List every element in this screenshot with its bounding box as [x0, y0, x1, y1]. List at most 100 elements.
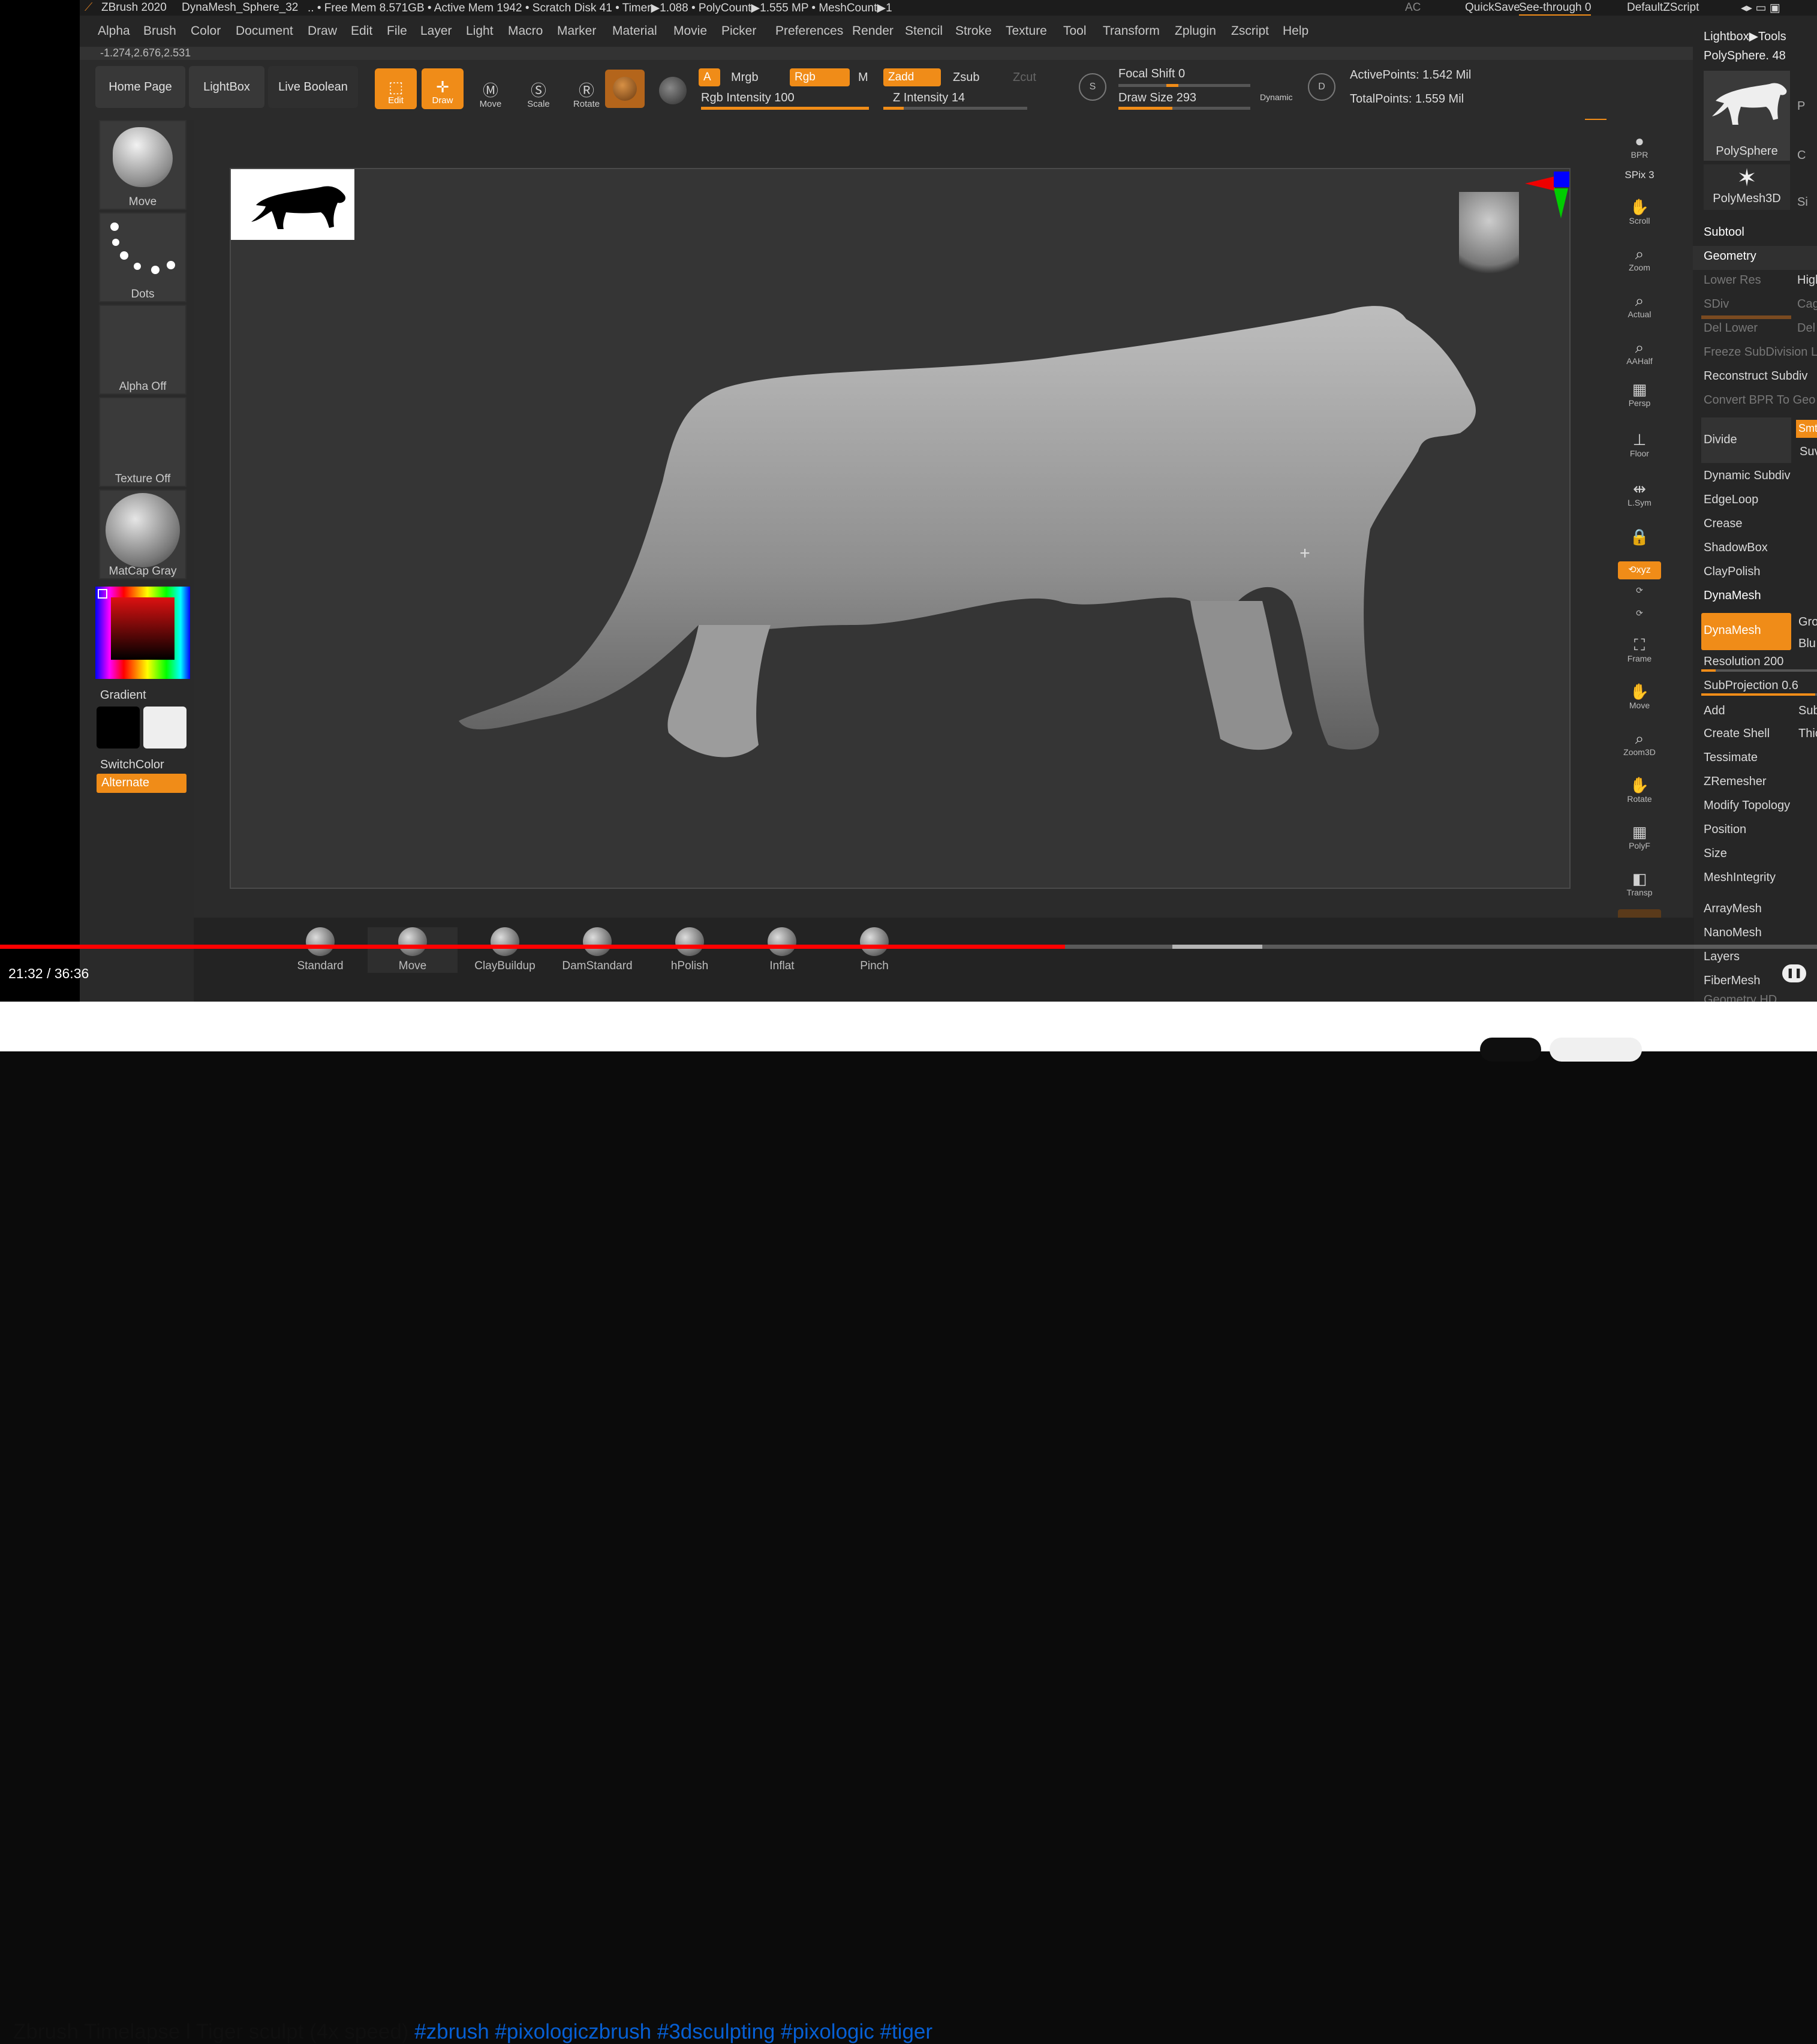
- color-mode-sphere-icon[interactable]: [659, 77, 687, 104]
- dynamic-toggle[interactable]: Dynamic: [1260, 92, 1292, 102]
- secondary-color-swatch[interactable]: [143, 707, 186, 749]
- switch-color-button[interactable]: SwitchColor: [100, 758, 164, 772]
- dynamic-subdiv-button[interactable]: Dynamic Subdiv: [1704, 469, 1791, 483]
- geometry-hd-button[interactable]: Geometry HD: [1704, 993, 1777, 1002]
- alternate-button[interactable]: Alternate: [97, 774, 186, 793]
- menu-document[interactable]: Document: [236, 24, 293, 38]
- zadd-toggle[interactable]: Zadd: [883, 68, 941, 86]
- sdiv-slider-track[interactable]: [1701, 315, 1791, 319]
- zoom3d-button[interactable]: ⌕ Zoom3D: [1618, 722, 1661, 764]
- zremesher-button[interactable]: ZRemesher: [1704, 775, 1766, 789]
- menu-zscript[interactable]: Zscript: [1231, 24, 1269, 38]
- rgb-intensity-slider[interactable]: [701, 107, 869, 110]
- alpha-selector[interactable]: Alpha Off: [99, 305, 186, 395]
- position-button[interactable]: Position: [1704, 823, 1746, 837]
- move-view-button[interactable]: ✋ Move: [1618, 675, 1661, 717]
- spix-slider[interactable]: SPix 3: [1618, 163, 1661, 187]
- main-color-swatch[interactable]: [97, 707, 140, 749]
- menu-stroke[interactable]: Stroke: [955, 24, 992, 38]
- menu-light[interactable]: Light: [466, 24, 494, 38]
- mrgb-toggle[interactable]: Mrgb: [731, 71, 759, 85]
- menu-draw[interactable]: Draw: [308, 24, 337, 38]
- menu-preferences[interactable]: Preferences: [775, 24, 843, 38]
- material-swatch-button[interactable]: [605, 70, 645, 108]
- modify-topology-button[interactable]: Modify Topology: [1704, 799, 1790, 813]
- brush-move[interactable]: Move: [368, 927, 458, 973]
- transp-button[interactable]: ◧ Transp: [1618, 862, 1661, 904]
- viewport-canvas[interactable]: [230, 168, 1571, 889]
- create-shell-button[interactable]: Create Shell: [1704, 727, 1770, 741]
- menu-tool[interactable]: Tool: [1063, 24, 1087, 38]
- stroke-selector[interactable]: Dots: [99, 212, 186, 302]
- video-player[interactable]: ⟋ ZBrush 2020 DynaMesh_Sphere_32 .. • Fr…: [0, 0, 1817, 1002]
- video-progress-bar[interactable]: [0, 945, 1817, 949]
- z-rotate-icon[interactable]: ⟳: [1618, 601, 1661, 625]
- edgeloop-button[interactable]: EdgeLoop: [1704, 493, 1758, 507]
- polyf-button[interactable]: ▦ PolyF: [1618, 816, 1661, 858]
- menu-movie[interactable]: Movie: [673, 24, 707, 38]
- resolution-track[interactable]: [1701, 669, 1817, 672]
- brush-claybuildup[interactable]: ClayBuildup: [460, 927, 550, 973]
- draw-size-slider[interactable]: [1118, 107, 1250, 110]
- brush-damstandard[interactable]: DamStandard: [552, 927, 642, 973]
- convert-bpr-button[interactable]: Convert BPR To Geo: [1704, 393, 1815, 407]
- cage-button[interactable]: Cag: [1797, 297, 1817, 311]
- m-toggle[interactable]: M: [858, 71, 868, 85]
- menu-material[interactable]: Material: [612, 24, 657, 38]
- brush-selector[interactable]: Move: [99, 120, 186, 210]
- freeze-subdivision-button[interactable]: Freeze SubDivision Le: [1704, 345, 1817, 359]
- bpr-button[interactable]: ● BPR: [1618, 125, 1661, 167]
- actual-button[interactable]: ⌕ Actual: [1618, 284, 1661, 326]
- polysphere-tool-thumb[interactable]: PolySphere: [1704, 71, 1790, 161]
- floor-button[interactable]: ⊥ Floor: [1618, 423, 1661, 465]
- window-controls-icon[interactable]: ◂▸ ▭ ▣: [1741, 1, 1780, 15]
- frame-button[interactable]: ⛶ Frame: [1618, 629, 1661, 671]
- tessimate-button[interactable]: Tessimate: [1704, 751, 1758, 765]
- stroke-d-icon[interactable]: D: [1308, 73, 1335, 101]
- tiger-model[interactable]: [231, 169, 1569, 888]
- meshintegrity-button[interactable]: MeshIntegrity: [1704, 871, 1776, 885]
- lsym-button[interactable]: ⇹ L.Sym: [1618, 473, 1661, 515]
- claypolish-button[interactable]: ClayPolish: [1704, 565, 1760, 579]
- lower-res-button[interactable]: Lower Res: [1704, 273, 1761, 287]
- del-higher-button[interactable]: Del: [1797, 321, 1815, 335]
- axis-gizmo[interactable]: [1519, 168, 1569, 228]
- color-picker-square[interactable]: [111, 597, 175, 660]
- geometry-header[interactable]: Geometry: [1704, 250, 1756, 263]
- sdiv-slider[interactable]: SDiv: [1704, 297, 1729, 311]
- smt-toggle[interactable]: Smt: [1796, 420, 1817, 438]
- xyz-symmetry-button[interactable]: ⟲xyz: [1618, 561, 1661, 579]
- rotate-mode-button[interactable]: Ⓡ Rotate: [565, 71, 607, 109]
- menu-color[interactable]: Color: [191, 24, 221, 38]
- lock-button[interactable]: 🔒: [1618, 516, 1661, 558]
- focal-shift-slider[interactable]: [1118, 84, 1250, 87]
- lightbox-button[interactable]: LightBox: [189, 66, 264, 108]
- texture-selector[interactable]: Texture Off: [99, 397, 186, 487]
- home-page-button[interactable]: Home Page: [95, 66, 185, 108]
- pause-toggle-icon[interactable]: ❚❚: [1782, 964, 1806, 982]
- rgb-toggle[interactable]: Rgb: [790, 68, 850, 86]
- live-boolean-button[interactable]: Live Boolean: [268, 66, 358, 108]
- scroll-button[interactable]: ✋ Scroll: [1618, 191, 1661, 233]
- material-selector[interactable]: MatCap Gray: [99, 489, 186, 579]
- size-button[interactable]: Size: [1704, 847, 1727, 861]
- navigator-thumbnail[interactable]: [231, 169, 354, 240]
- subtool-header[interactable]: Subtool: [1704, 226, 1744, 239]
- brush-standard[interactable]: Standard: [275, 927, 365, 973]
- reconstruct-subdiv-button[interactable]: Reconstruct Subdiv: [1704, 369, 1807, 383]
- arraymesh-button[interactable]: ArrayMesh: [1704, 902, 1762, 916]
- sub-button[interactable]: Sub: [1798, 704, 1817, 718]
- menu-texture[interactable]: Texture: [1006, 24, 1047, 38]
- menu-zplugin[interactable]: Zplugin: [1175, 24, 1216, 38]
- lightbox-tools-link[interactable]: Lightbox▶Tools: [1704, 29, 1786, 44]
- menu-marker[interactable]: Marker: [557, 24, 596, 38]
- menu-alpha[interactable]: Alpha: [98, 24, 130, 38]
- subprojection-slider[interactable]: SubProjection 0.6: [1704, 679, 1798, 693]
- quicksave-button[interactable]: QuickSave: [1465, 1, 1520, 14]
- menu-picker[interactable]: Picker: [721, 24, 756, 38]
- chip-related[interactable]: [1550, 1038, 1642, 1062]
- z-intensity-slider[interactable]: [883, 107, 1027, 110]
- del-lower-button[interactable]: Del Lower: [1704, 321, 1758, 335]
- orientation-head-icon[interactable]: [1459, 192, 1519, 288]
- add-button[interactable]: Add: [1704, 704, 1725, 718]
